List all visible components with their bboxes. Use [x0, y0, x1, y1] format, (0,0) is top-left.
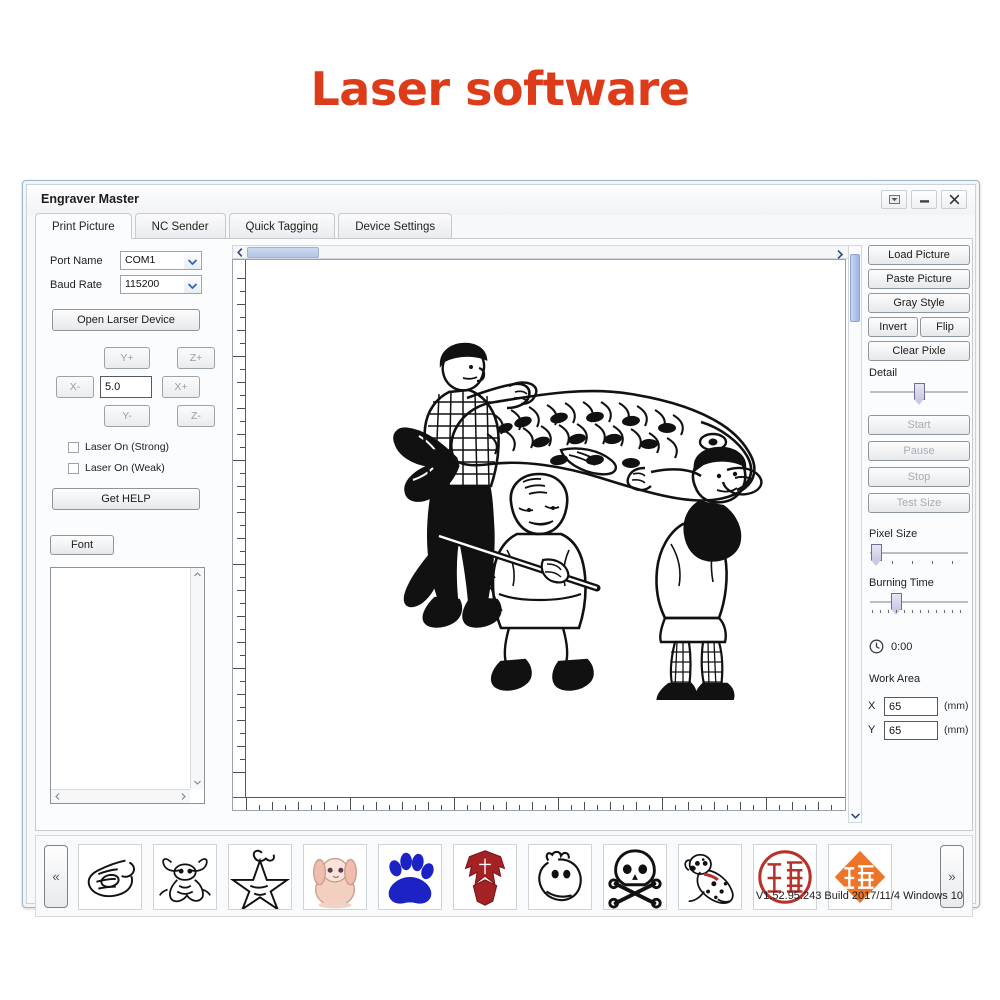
minimize-window-button[interactable] — [911, 190, 937, 209]
elapsed-time-row: 0:00 — [869, 639, 912, 654]
chevron-down-icon[interactable] — [191, 776, 204, 789]
status-bar: V1.52.95.243 Build 2017/11/4 Windows 10 — [35, 883, 973, 902]
font-button[interactable]: Font — [50, 535, 114, 555]
pixel-size-slider-thumb[interactable] — [871, 544, 882, 566]
title-bar: Engraver Master — [27, 185, 975, 215]
tab-content-print-picture: Port Name COM1 Baud Rate 115200 Open Lar… — [35, 239, 973, 831]
canvas-scrollbar-vertical[interactable] — [848, 245, 862, 823]
work-area-x-row: X 65 (mm) — [868, 697, 970, 716]
jog-z-minus-button[interactable]: Z- — [177, 405, 215, 427]
open-laser-device-button[interactable]: Open Larser Device — [52, 309, 200, 331]
elapsed-time-value: 0:00 — [891, 640, 913, 653]
detail-label: Detail — [869, 367, 898, 379]
tab-nc-sender[interactable]: NC Sender — [134, 213, 226, 239]
window-title: Engraver Master — [41, 192, 139, 206]
restore-window-button[interactable] — [881, 190, 907, 209]
font-textarea[interactable] — [50, 567, 205, 804]
burning-time-slider-ticks — [870, 610, 968, 614]
jog-step-input[interactable]: 5.0 — [100, 376, 152, 398]
tab-strip: Print Picture NC Sender Quick Tagging De… — [35, 213, 973, 239]
canvas-scroll-right-arrow[interactable] — [834, 246, 848, 259]
font-textarea-scrollbar-vertical[interactable] — [190, 568, 204, 789]
detail-slider-thumb[interactable] — [914, 383, 925, 405]
chevron-left-icon[interactable] — [51, 790, 64, 803]
chevron-down-icon[interactable] — [184, 277, 200, 293]
ruler-horizontal — [233, 797, 845, 810]
pixel-size-label: Pixel Size — [869, 528, 918, 540]
tab-print-picture[interactable]: Print Picture — [35, 213, 132, 239]
version-text: V1.52.95.243 Build 2017/11/4 Windows 10 — [755, 890, 963, 902]
work-area-x-input[interactable]: 65 — [884, 697, 938, 716]
jog-z-plus-button[interactable]: Z+ — [177, 347, 215, 369]
load-picture-button[interactable]: Load Picture — [868, 245, 970, 265]
window-inner: Engraver Master Print Picture NC Sender … — [26, 184, 976, 917]
clock-icon — [869, 639, 884, 654]
chevron-up-icon[interactable] — [191, 568, 204, 581]
canvas-vscroll-thumb[interactable] — [850, 254, 860, 322]
laser-weak-checkbox[interactable] — [68, 462, 79, 474]
test-size-button[interactable]: Test Size — [868, 493, 970, 513]
port-name-select[interactable]: COM1 — [120, 251, 202, 270]
canvas-scrollbar-horizontal[interactable] — [232, 245, 862, 259]
work-area-x-axis-label: X — [868, 700, 876, 712]
laser-strong-label: Laser On (Strong) — [85, 441, 170, 453]
pixel-size-slider-ticks — [870, 561, 968, 565]
work-area-y-input[interactable]: 65 — [884, 721, 938, 740]
work-area-y-axis-label: Y — [868, 724, 876, 736]
burning-time-slider-thumb[interactable] — [891, 593, 902, 615]
pause-button[interactable]: Pause — [868, 441, 970, 461]
minimize-icon — [919, 200, 929, 203]
work-area-y-unit: (mm) — [944, 724, 969, 736]
detail-slider-track[interactable] — [870, 383, 968, 405]
canvas-area — [232, 245, 862, 823]
tab-device-settings[interactable]: Device Settings — [338, 213, 453, 239]
pixel-size-slider-track[interactable] — [870, 544, 968, 566]
chevron-left-icon[interactable] — [233, 246, 246, 258]
canvas-board[interactable] — [232, 259, 846, 811]
right-control-panel: Load Picture Paste Picture Gray Style In… — [868, 245, 970, 823]
stop-button[interactable]: Stop — [868, 467, 970, 487]
jog-x-plus-button[interactable]: X+ — [162, 376, 200, 398]
ruler-vertical — [233, 260, 246, 810]
port-name-value: COM1 — [125, 254, 156, 266]
jog-y-plus-button[interactable]: Y+ — [104, 347, 150, 369]
baud-rate-label: Baud Rate — [50, 279, 102, 291]
laser-strong-checkbox-row[interactable]: Laser On (Strong) — [68, 441, 169, 453]
chevron-right-icon[interactable] — [177, 790, 190, 803]
flip-button[interactable]: Flip — [920, 317, 970, 337]
close-window-button[interactable] — [941, 190, 967, 209]
baud-rate-select[interactable]: 115200 — [120, 275, 202, 294]
font-textarea-scrollbar-horizontal[interactable] — [51, 789, 190, 803]
start-button[interactable]: Start — [868, 415, 970, 435]
chevron-down-icon[interactable] — [184, 253, 200, 269]
canvas-artwork[interactable] — [383, 310, 783, 710]
jog-y-minus-button[interactable]: Y- — [104, 405, 150, 427]
close-icon — [949, 194, 959, 205]
fish-carriers-artwork — [393, 342, 763, 710]
restore-icon — [888, 195, 900, 204]
tab-quick-tagging[interactable]: Quick Tagging — [228, 213, 336, 239]
thumbnail-strip: « » — [35, 835, 973, 917]
work-area-y-row: Y 65 (mm) — [868, 721, 970, 740]
page-title: Laser software — [310, 62, 690, 116]
left-control-panel: Port Name COM1 Baud Rate 115200 Open Lar… — [44, 245, 224, 823]
clear-pixle-button[interactable]: Clear Pixle — [868, 341, 970, 361]
paste-picture-button[interactable]: Paste Picture — [868, 269, 970, 289]
get-help-button[interactable]: Get HELP — [52, 488, 200, 510]
invert-button[interactable]: Invert — [868, 317, 918, 337]
burning-time-slider-track[interactable] — [870, 593, 968, 615]
laser-weak-checkbox-row[interactable]: Laser On (Weak) — [68, 462, 165, 474]
chevron-down-icon[interactable] — [849, 809, 861, 822]
canvas-hscroll-thumb[interactable] — [247, 247, 319, 258]
burning-time-label: Burning Time — [869, 577, 934, 589]
port-name-label: Port Name — [50, 255, 103, 267]
work-area-label: Work Area — [869, 673, 921, 685]
laser-strong-checkbox[interactable] — [68, 441, 79, 453]
work-area-x-unit: (mm) — [944, 700, 969, 712]
application-window: Engraver Master Print Picture NC Sender … — [22, 180, 980, 917]
gray-style-button[interactable]: Gray Style — [868, 293, 970, 313]
laser-weak-label: Laser On (Weak) — [85, 462, 165, 474]
jog-x-minus-button[interactable]: X- — [56, 376, 94, 398]
baud-rate-value: 115200 — [125, 278, 160, 290]
